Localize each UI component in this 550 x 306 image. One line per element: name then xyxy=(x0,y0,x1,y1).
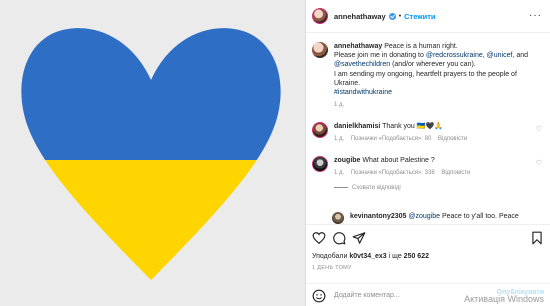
watermark-line1: Активація Windows xyxy=(464,294,544,304)
commenter-avatar[interactable] xyxy=(312,156,328,172)
mention-savethechildren[interactable]: @savethechildren xyxy=(334,61,390,68)
flag-blue-half xyxy=(21,28,281,160)
post-time-ago: 1 ДЕНЬ ТОМУ xyxy=(312,265,352,271)
likes-count[interactable]: 250 622 xyxy=(404,253,429,260)
mention-redcrossukraine[interactable]: @redcrossukraine xyxy=(426,52,483,59)
comment-time: 1 д. xyxy=(334,136,345,143)
comment-icon[interactable] xyxy=(332,231,346,245)
comment-meta: 1 д. Позначки «Подобається»: 80 Відповіс… xyxy=(334,135,544,144)
caption-avatar[interactable] xyxy=(312,42,328,58)
reply-username[interactable]: kevinantony2305 xyxy=(350,213,406,220)
caption-line1: Peace is a human right. xyxy=(384,43,458,50)
commenter-avatar[interactable] xyxy=(312,122,328,138)
reply-item: kevinantony2305 @zougibe Peace to y'all … xyxy=(332,212,544,224)
post-details-panel: annehathaway • Стежити ··· annehathaway … xyxy=(306,0,550,306)
hide-replies-line xyxy=(334,187,348,189)
comments-section[interactable]: annehathaway Peace is a human right. Ple… xyxy=(306,34,550,224)
reply-button[interactable]: Відповісти xyxy=(438,136,467,142)
post-image-panel[interactable] xyxy=(0,0,305,306)
reply-mention[interactable]: @zougibe xyxy=(408,213,440,220)
flag-yellow-half xyxy=(21,160,281,281)
follow-button[interactable]: Стежити xyxy=(404,12,435,21)
caption-line4: I am sending my ongoing, heartfelt praye… xyxy=(334,70,517,87)
flag-heart-image xyxy=(21,28,281,281)
caption-line2: Please join me in donating to xyxy=(334,52,426,60)
comment-text: What about Palestine ? xyxy=(362,157,435,164)
comment-input[interactable]: Додайте коментар... xyxy=(334,292,400,299)
caption-meta: 1 д. xyxy=(334,101,544,110)
bookmark-icon[interactable] xyxy=(530,231,544,245)
action-bar xyxy=(312,231,544,247)
reply-button[interactable]: Відповісти xyxy=(441,170,470,176)
reply-text: Peace to y'all too. Peace xyxy=(440,213,519,220)
like-comment-heart-icon[interactable]: ♡ xyxy=(536,159,542,168)
comment-item: danielkhamisi Thank you 🇺🇦🖤🙏 1 д. Познач… xyxy=(312,122,544,144)
comment-username[interactable]: danielkhamisi xyxy=(334,123,380,130)
like-heart-icon[interactable] xyxy=(312,231,326,245)
separator-dot: • xyxy=(398,12,402,20)
emoji-icon[interactable] xyxy=(312,289,326,303)
comment-likes-count[interactable]: Позначки «Подобається»: 338 xyxy=(351,170,435,176)
comment-likes-count[interactable]: Позначки «Подобається»: 80 xyxy=(351,136,431,142)
comment-text: Thank you 🇺🇦🖤🙏 xyxy=(382,123,443,130)
author-avatar[interactable] xyxy=(312,8,328,24)
hashtag-link[interactable]: #istandwithukraine xyxy=(334,89,392,96)
author-username[interactable]: annehathaway xyxy=(334,12,386,21)
hide-replies-row[interactable]: Сховати відповіді xyxy=(334,184,544,193)
liked-by-user[interactable]: k0vt34_ex3 xyxy=(349,253,386,260)
more-options-icon[interactable]: ··· xyxy=(529,10,542,21)
mention-unicef[interactable]: @unicef xyxy=(487,52,513,59)
hide-replies-button[interactable]: Сховати відповіді xyxy=(352,185,401,191)
like-comment-heart-icon[interactable]: ♡ xyxy=(536,125,542,134)
comment-item: zougibe What about Palestine ? 1 д. Позн… xyxy=(312,156,544,194)
post-caption: annehathaway Peace is a human right. Ple… xyxy=(312,42,544,110)
liked-by-text: Уподобали k0vt34_ex3 і ще 250 622 xyxy=(312,253,429,260)
comment-username[interactable]: zougibe xyxy=(334,157,360,164)
windows-activation-watermark: Активація Windows xyxy=(464,294,544,304)
post-header: annehathaway • Стежити ··· xyxy=(306,0,550,33)
caption-time: 1 д. xyxy=(334,102,345,109)
share-icon[interactable] xyxy=(352,231,366,245)
caption-username[interactable]: annehathaway xyxy=(334,43,382,50)
comment-time: 1 д. xyxy=(334,170,345,177)
comment-meta: 1 д. Позначки «Подобається»: 338 Відпові… xyxy=(334,169,544,178)
replier-avatar[interactable] xyxy=(332,212,344,224)
verified-badge-icon xyxy=(388,12,396,20)
